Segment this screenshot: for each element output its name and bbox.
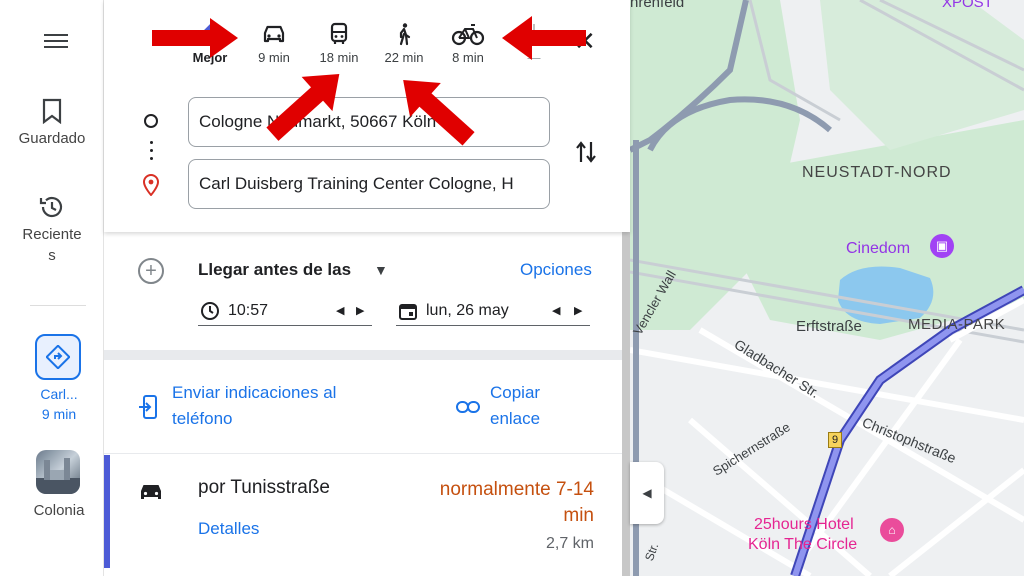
clock-icon — [201, 302, 219, 320]
send-to-phone-icon — [139, 395, 157, 419]
link-icon — [456, 401, 480, 413]
mode-flight-label: — — [527, 50, 541, 65]
map-canvas[interactable]: hrenfeld XPOST NEUSTADT-NORD Cinedom ▣ E… — [630, 0, 1024, 576]
copy-line-2: enlace — [490, 409, 541, 428]
map-label-media-park: MEDIA-PARK — [908, 316, 1006, 333]
time-picker[interactable]: 10:57 ◀ ▶ — [198, 296, 372, 326]
bookmark-icon — [42, 98, 62, 124]
time-options: + Llegar antes de las ▼ Opciones 10:57 ◀… — [104, 232, 622, 350]
left-rail: Guardado Reciente s Carl... 9 min Coloni… — [0, 0, 104, 576]
history-icon — [39, 196, 63, 218]
recents-label-wrap: s — [48, 247, 56, 264]
directions-panel: Mejor 9 min 18 min 22 min 8 min — ✕ Colo… — [104, 0, 630, 576]
map-label-hotel-line-1[interactable]: 25hours Hotel — [754, 516, 854, 534]
mode-flight[interactable]: — — [504, 22, 564, 65]
map-label-cinedom[interactable]: Cinedom — [846, 240, 910, 258]
walk-icon — [399, 23, 411, 46]
recent-trip-button[interactable] — [35, 334, 81, 380]
hamburger-menu-icon[interactable] — [44, 30, 72, 52]
mode-transit[interactable]: 18 min — [309, 22, 369, 65]
date-value: lun, 26 may — [426, 302, 509, 319]
map-label-xpost[interactable]: XPOST — [942, 0, 993, 11]
rail-divider — [30, 305, 86, 306]
close-directions-button[interactable]: ✕ — [574, 26, 596, 57]
map-label-neustadt-nord: NEUSTADT-NORD — [802, 164, 952, 181]
map-label-hotel-line-2[interactable]: Köln The Circle — [748, 536, 857, 554]
collapse-panel-button[interactable]: ◀ — [630, 462, 664, 524]
route-duration-line-2: min — [563, 505, 594, 526]
route-option[interactable]: por Tunisstraße Detalles normalmente 7-1… — [104, 455, 622, 576]
caret-down-icon[interactable]: ▼ — [374, 262, 388, 278]
time-value: 10:57 — [228, 302, 269, 319]
city-label[interactable]: Colonia — [0, 502, 118, 519]
route-via: por Tunisstraße — [198, 477, 330, 498]
car-icon — [141, 485, 161, 499]
directions-header: Mejor 9 min 18 min 22 min 8 min — ✕ Colo… — [104, 0, 630, 232]
copy-line-1: Copiar — [490, 383, 541, 402]
arrive-by-dropdown[interactable]: Llegar antes de las — [198, 260, 351, 280]
saved-label: Guardado — [18, 130, 86, 147]
map-label-ehrenfeld: hrenfeld — [630, 0, 685, 11]
route-9-badge: 9 — [828, 432, 842, 448]
vertical-dots-icon — [150, 141, 153, 165]
mode-car[interactable]: 9 min — [244, 22, 304, 65]
map-label-erftstrasse: Erftstraße — [796, 318, 862, 335]
recents-button[interactable]: Reciente s — [0, 194, 104, 264]
share-section: Enviar indicaciones al teléfono Copiar e… — [104, 360, 622, 454]
directions-icon — [46, 345, 70, 369]
city-thumbnail[interactable] — [36, 450, 80, 494]
route-distance: 2,7 km — [545, 535, 594, 552]
calendar-icon — [399, 304, 417, 320]
origin-circle-icon — [144, 114, 158, 128]
add-stop-button[interactable]: + — [138, 258, 164, 284]
hotel-icon[interactable]: ⌂ — [880, 518, 904, 542]
mode-best-label: Mejor — [192, 50, 228, 65]
recents-label: Reciente — [22, 226, 82, 243]
date-prev-icon[interactable]: ◀ — [552, 296, 560, 326]
bicycle-icon — [451, 24, 485, 46]
city-image — [36, 458, 80, 494]
date-next-icon[interactable]: ▶ — [574, 296, 582, 326]
close-icon: ✕ — [574, 26, 596, 56]
mode-walk[interactable]: 22 min — [374, 22, 434, 65]
flight-icon — [525, 24, 543, 44]
route-duration-line-1: normalmente 7-14 — [439, 479, 594, 500]
car-icon — [263, 25, 285, 43]
recent-trip-label[interactable]: Carl... — [0, 386, 118, 402]
mode-bike-label: 8 min — [452, 50, 484, 65]
destination-pin-icon — [142, 174, 160, 196]
chevron-left-icon: ◀ — [642, 486, 652, 500]
copy-link-button[interactable]: Copiar enlace — [490, 380, 540, 432]
route-duration: normalmente 7-14 min — [394, 477, 594, 529]
send-line-2: teléfono — [172, 409, 233, 428]
date-picker[interactable]: lun, 26 may ◀ ▶ — [396, 296, 590, 326]
cinema-icon[interactable]: ▣ — [930, 234, 954, 258]
mode-walk-label: 22 min — [384, 50, 424, 65]
map-background — [630, 0, 1024, 576]
section-divider — [104, 350, 622, 360]
mode-car-label: 9 min — [258, 50, 290, 65]
panel-scrollbar[interactable] — [622, 232, 630, 576]
destination-input[interactable]: Carl Duisberg Training Center Cologne, H — [188, 159, 550, 209]
bus-icon — [330, 22, 348, 44]
selected-route-indicator — [104, 455, 110, 568]
plus-icon: + — [145, 260, 157, 282]
mode-transit-label: 18 min — [319, 50, 359, 65]
time-next-icon[interactable]: ▶ — [356, 296, 364, 326]
mode-best[interactable]: Mejor — [180, 22, 240, 65]
route-details-link[interactable]: Detalles — [198, 519, 259, 539]
origin-input[interactable]: Cologne Neumarkt, 50667 Köln — [188, 97, 550, 147]
recent-trip-time: 9 min — [41, 406, 77, 422]
options-link[interactable]: Opciones — [520, 260, 592, 280]
diamond-route-icon — [200, 24, 220, 44]
saved-button[interactable]: Guardado — [0, 98, 104, 147]
send-to-phone-link[interactable]: Enviar indicaciones al teléfono — [172, 380, 336, 432]
swap-icon[interactable] — [574, 138, 598, 166]
mode-bike[interactable]: 8 min — [438, 22, 498, 65]
send-line-1: Enviar indicaciones al — [172, 383, 337, 402]
time-prev-icon[interactable]: ◀ — [336, 296, 344, 326]
